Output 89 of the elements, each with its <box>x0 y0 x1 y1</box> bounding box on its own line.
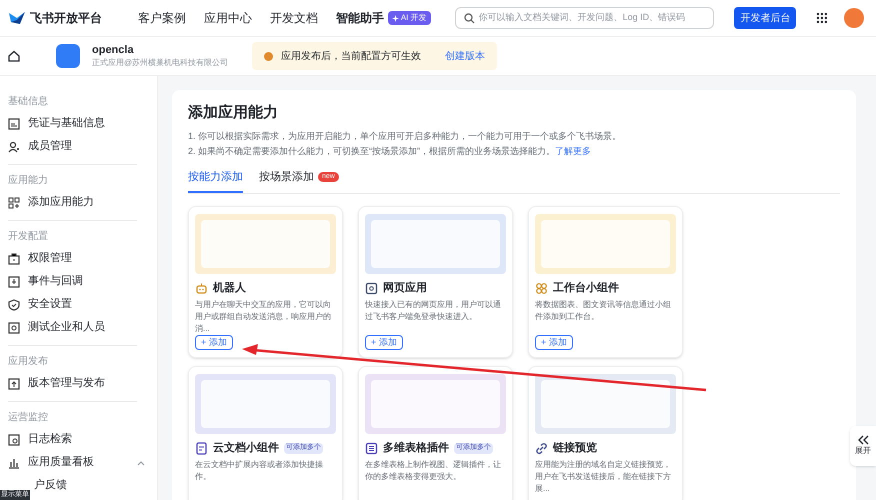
shield-icon <box>8 298 20 310</box>
add-button[interactable]: + 添加 <box>365 335 403 350</box>
sidebar-label: 安全设置 <box>28 296 72 312</box>
nav-link[interactable]: 应用中心 <box>204 9 252 27</box>
notice-text: 应用发布后，当前配置方可生效 <box>281 50 422 64</box>
search-field[interactable]: 你可以输入文档关键词、开发问题、Log ID、错误码 <box>454 7 714 29</box>
widget-icon <box>535 282 548 295</box>
sidebar-item[interactable]: 版本管理与发布 <box>8 372 145 395</box>
card-title: 网页应用 <box>383 280 427 296</box>
browser-icon <box>365 282 378 295</box>
nav-link[interactable]: 开发文档 <box>270 9 318 27</box>
company-name: 正式应用@苏州横巢机电科技有限公司 <box>92 58 228 68</box>
sidebar-item[interactable]: 成员管理 <box>8 135 145 158</box>
create-version-link[interactable]: 创建版本 <box>445 48 486 64</box>
add-button[interactable]: + 添加 <box>195 335 233 350</box>
warning-icon <box>264 52 274 60</box>
nav-link[interactable]: 智能助手 <box>336 9 384 27</box>
card-description: 在多维表格上制作视图、逻辑插件，让你的多维表格变得更强大。 <box>365 458 502 482</box>
upload-icon <box>8 378 20 390</box>
capability-card[interactable]: 机器人 与用户在聊天中交互的应用，它可以向用户或群组自动发送消息，响应用户的消... + 添加 <box>188 206 343 358</box>
card-title: 多维表格插件 <box>383 440 449 456</box>
card-description: 应用能为注册的域名自定义链接预览，用户在飞书发送链接后，能在链接下方展... <box>535 458 672 494</box>
section-title: 应用能力 <box>8 174 49 188</box>
sidebar-label: 事件与回调 <box>28 274 83 290</box>
id-card-icon <box>8 118 20 130</box>
sidebar-label: 版本管理与发布 <box>28 376 105 392</box>
card-description: 与用户在聊天中交互的应用，它可以向用户或群组自动发送消息，响应用户的消... <box>195 298 332 334</box>
search-icon <box>464 12 475 24</box>
sidebar-item[interactable]: 测试企业和人员 <box>8 316 145 339</box>
robot-icon <box>195 282 208 295</box>
page-title: 添加应用能力 <box>188 103 279 123</box>
table-icon <box>365 442 378 455</box>
double-chevron-icon <box>857 435 869 445</box>
home-icon <box>8 50 20 62</box>
card-description: 快速接入已有的网页应用，用户可以通过飞书客户端免登录快速进入。 <box>365 298 502 322</box>
sidebar-item[interactable]: 日志检索 <box>8 428 145 451</box>
card-description: 将数据图表、图文资讯等信息通过小组件添加到工作台。 <box>535 298 672 322</box>
section-title: 基础信息 <box>8 94 49 109</box>
card-title: 链接预览 <box>553 440 597 456</box>
sparkle-icon <box>392 14 399 22</box>
sidebar-label: 权限管理 <box>28 251 72 266</box>
sidebar-item[interactable]: 户反馈 <box>34 474 145 497</box>
learn-more-link[interactable]: 了解更多 <box>555 146 592 156</box>
expand-button[interactable]: 展开 <box>850 426 876 466</box>
section-title: 运营监控 <box>8 410 49 425</box>
person-icon <box>8 140 20 152</box>
section-title: 应用发布 <box>8 354 49 369</box>
document-icon <box>195 442 208 455</box>
instruction-text: 2. 如果尚不确定需要添加什么能力，可切换至“按场景添加”，根据所需的业务场景选择能力。了解更多 <box>188 144 592 158</box>
sidebar-item[interactable]: 添加应用能力 <box>8 191 145 214</box>
card-title: 机器人 <box>213 280 246 296</box>
grid-icon <box>8 196 20 208</box>
developer-console-button[interactable]: 开发者后台 <box>734 7 796 29</box>
app-icon <box>56 44 80 68</box>
sidebar-label: 户反馈 <box>34 478 67 494</box>
sidebar-label: 日志检索 <box>28 432 72 448</box>
instruction-text: 1. 你可以根据实际需求，为应用开启能力，单个应用可开启多种能力，一个能力可用于一个或多个飞书场景。 <box>188 130 622 142</box>
logo-text: 飞书开放平台 <box>30 10 102 27</box>
sidebar-item[interactable]: 凭证与基础信息 <box>8 112 145 135</box>
capability-card[interactable]: 网页应用 快速接入已有的网页应用，用户可以通过飞书客户端免登录快速进入。 + 添加 <box>358 206 513 358</box>
app-name: opencla <box>92 44 135 58</box>
sidebar-label: 凭证与基础信息 <box>28 116 105 132</box>
sidebar-item[interactable]: 事件与回调 <box>8 270 145 293</box>
tab[interactable]: 按能力添加 <box>188 168 243 193</box>
nav-link[interactable]: 客户案例 <box>138 9 186 27</box>
sidebar-label: 应用质量看板 <box>28 454 94 470</box>
ai-badge: AI 开发 <box>388 11 431 25</box>
card-description: 在云文档中扩展内容或者添加快捷操作。 <box>195 458 324 482</box>
link-icon <box>535 442 548 455</box>
capability-card[interactable]: 链接预览 应用能为注册的域名自定义链接预览，用户在飞书发送链接后，能在链接下方展... <box>528 366 683 500</box>
test-icon <box>8 322 20 334</box>
sidebar-label: 测试企业和人员 <box>28 320 105 336</box>
lock-icon <box>8 252 20 264</box>
sidebar-item[interactable]: 权限管理 <box>8 247 145 270</box>
sidebar-label: 添加应用能力 <box>28 194 94 210</box>
event-icon <box>8 276 20 288</box>
card-title: 云文档小组件 <box>213 440 279 456</box>
apps-grid-icon <box>816 12 828 24</box>
card-title: 工作台小组件 <box>553 280 619 296</box>
log-search-icon <box>8 434 20 446</box>
sidebar-item[interactable]: 安全设置 <box>8 293 145 316</box>
sidebar-label: 成员管理 <box>28 139 72 154</box>
bar-chart-icon <box>8 456 20 468</box>
section-title: 开发配置 <box>8 230 49 244</box>
capability-card[interactable]: 工作台小组件 将数据图表、图文资讯等信息通过小组件添加到工作台。 + 添加 <box>528 206 683 358</box>
logo-icon <box>8 10 26 26</box>
avatar[interactable] <box>844 8 864 28</box>
add-button[interactable]: + 添加 <box>535 335 573 350</box>
sidebar-item[interactable]: 应用质量看板 <box>8 451 145 474</box>
